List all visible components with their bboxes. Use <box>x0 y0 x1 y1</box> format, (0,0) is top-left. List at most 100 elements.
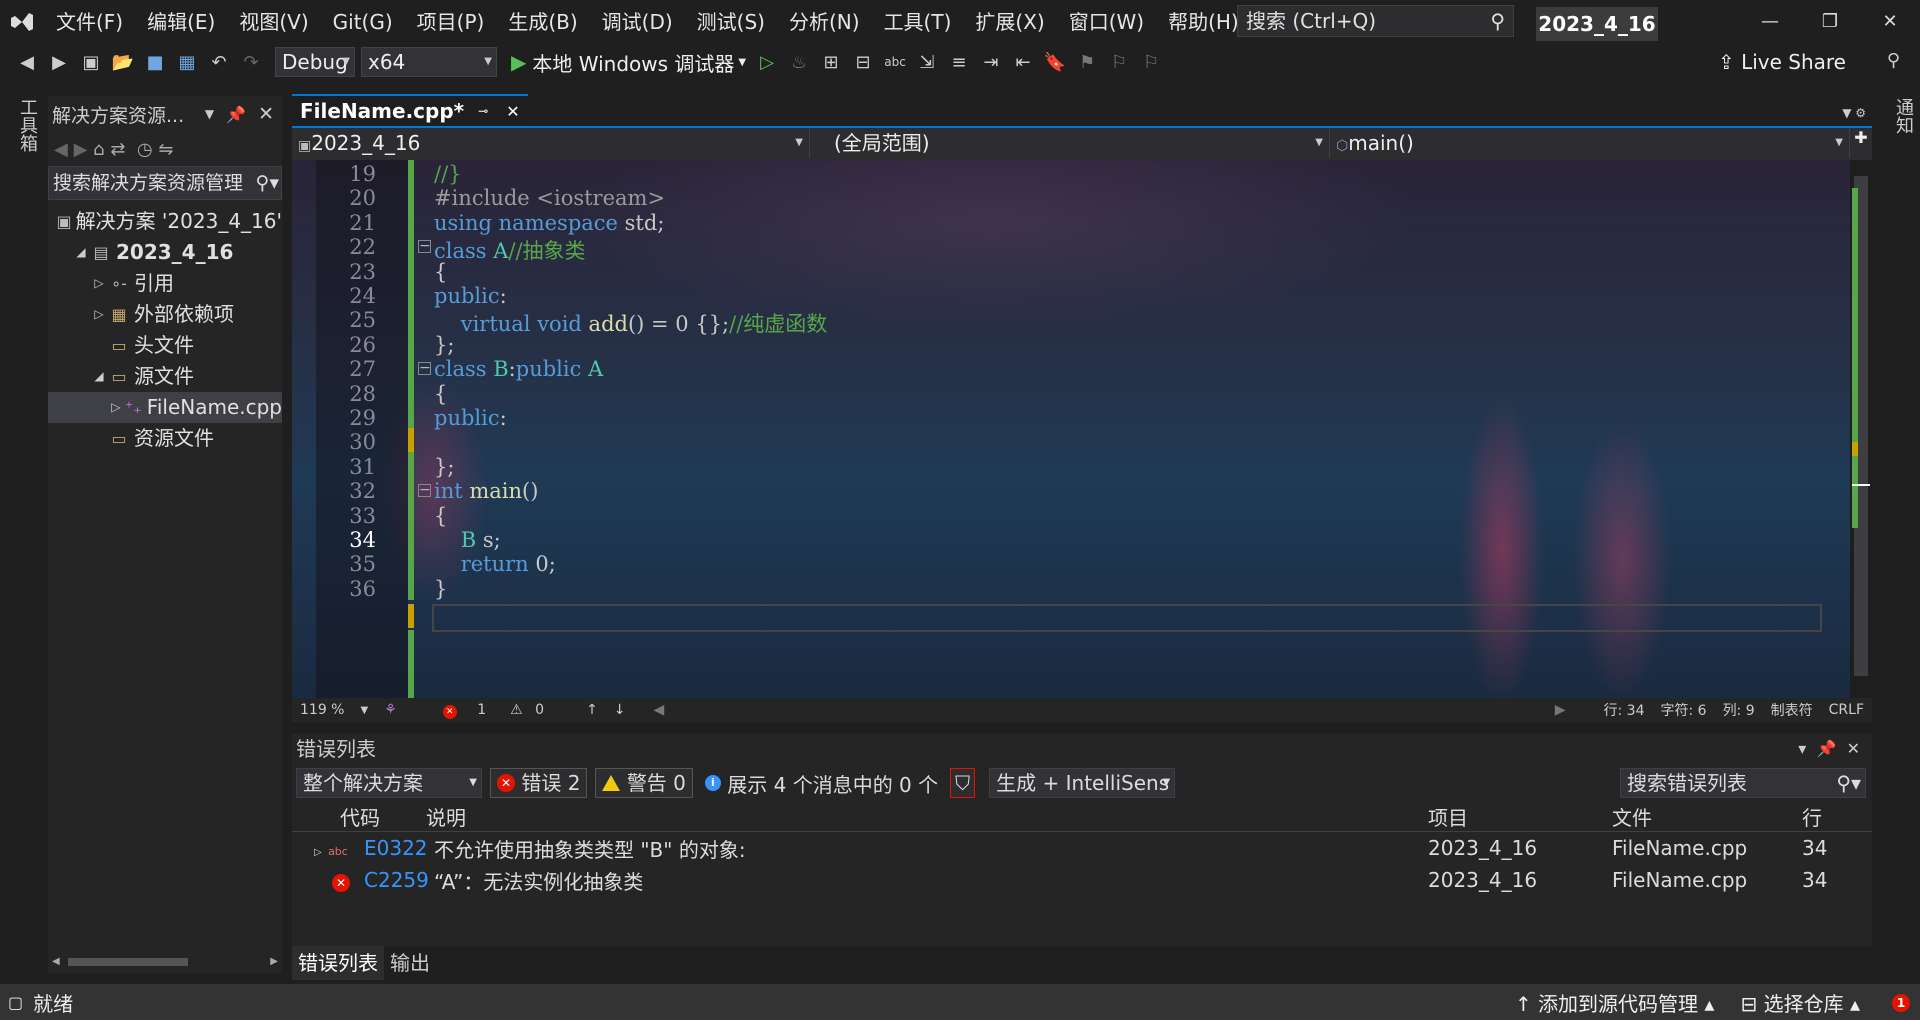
menu-item-7[interactable]: 测试(S) <box>685 0 777 44</box>
navigate-back-icon[interactable]: ◀ <box>14 49 40 75</box>
outdent-icon[interactable]: ⇤ <box>1010 49 1036 75</box>
code-line[interactable]: B s; <box>434 528 501 552</box>
project-nav-select[interactable]: ▣2023_4_16 ▼ <box>292 128 810 158</box>
notification-badge-icon[interactable]: 1 <box>1892 994 1910 1012</box>
intellicode-icon[interactable]: ⚘ <box>384 702 397 718</box>
pin-icon[interactable]: 📌 <box>226 105 246 124</box>
save-icon[interactable]: ■ <box>142 49 168 75</box>
redo-icon[interactable]: ↷ <box>238 49 264 75</box>
error-row[interactable]: ▷ abc E0322 不允许使用抽象类类型 "B" 的对象: 2023_4_16 Fi… <box>292 832 1872 864</box>
code-area[interactable]: 19 //} 20 #include <iostream> 21 using namesp… <box>292 160 1872 698</box>
pending-changes-icon[interactable]: ◷ <box>137 139 153 160</box>
horizontal-scrollbar[interactable]: ◀ ▶ <box>48 954 282 970</box>
tab-overflow-icon[interactable]: ▼ ⚙ <box>1836 106 1872 126</box>
build-source-select[interactable]: 生成 + IntelliSens ▼ <box>989 768 1176 798</box>
live-share-button[interactable]: ⇪ Live Share <box>1718 44 1846 80</box>
menu-item-2[interactable]: 视图(V) <box>227 0 320 44</box>
warning-count[interactable]: ⚠ 0 <box>510 702 552 718</box>
tree-item[interactable]: ▭ 资源文件 <box>48 423 282 454</box>
repo-button[interactable]: ⊟ 选择仓库 ▴ <box>1740 988 1860 1017</box>
toolbox-tab[interactable]: 工具箱 <box>14 98 40 152</box>
indent-icon[interactable]: ⇥ <box>978 49 1004 75</box>
global-search-box[interactable]: 搜索 (Ctrl+Q) ⚲ <box>1237 5 1514 37</box>
notifications-tab[interactable]: 通知 <box>1890 98 1916 134</box>
scope-select[interactable]: 整个解决方案 ▼ <box>296 768 482 798</box>
code-line[interactable]: int main() <box>434 479 538 503</box>
expander-icon[interactable]: ▷ <box>90 268 108 299</box>
bookmark-icon[interactable]: 🔖 <box>1042 49 1068 75</box>
tree-item[interactable]: ▭ 头文件 <box>48 330 282 361</box>
platform-select[interactable]: x64 ▼ <box>361 47 497 77</box>
fold-toggle-icon[interactable]: − <box>418 361 431 376</box>
hot-reload-icon[interactable]: ♨ <box>786 49 812 75</box>
next-issue-icon[interactable]: ↓ <box>614 702 626 718</box>
switch-view-icon[interactable]: ⇄ <box>110 139 125 160</box>
scroll-left-icon[interactable]: ◀ <box>654 702 665 718</box>
next-bookmark-icon[interactable]: ⚐ <box>1106 49 1132 75</box>
spell-check-icon[interactable]: abc <box>882 49 908 75</box>
code-line[interactable]: virtual void add() = 0 {};//纯虚函数 <box>434 308 828 338</box>
code-line[interactable]: #include <iostream> <box>434 186 665 210</box>
source-control-button[interactable]: ↑ 添加到源代码管理 ▴ <box>1515 988 1715 1017</box>
error-search-input[interactable]: 搜索错误列表 ⚲▾ <box>1620 768 1866 798</box>
zoom-level[interactable]: 119 % <box>300 702 344 718</box>
expander-icon[interactable]: ▷ <box>108 392 124 423</box>
visual-studio-logo-icon[interactable] <box>0 0 44 44</box>
clear-bookmarks-icon[interactable]: ⚐ <box>1138 49 1164 75</box>
restore-button[interactable]: ❐ <box>1800 0 1860 44</box>
column-project[interactable]: 项目 <box>1428 802 1468 831</box>
error-code[interactable]: C2259 <box>364 868 429 892</box>
scope-nav-select[interactable]: (全局范围) ▼ <box>810 128 1330 158</box>
col-indicator[interactable]: 列: 9 <box>1723 700 1755 720</box>
save-all-icon[interactable]: ▦ <box>174 49 200 75</box>
solution-search-input[interactable]: 搜索解决方案资源管理 ⚲▾ <box>48 166 282 200</box>
solution-explorer-icon[interactable]: ⊞ <box>818 49 844 75</box>
menu-item-3[interactable]: Git(G) <box>321 0 405 44</box>
feedback-icon[interactable]: ⚲ <box>1887 50 1900 71</box>
start-debugging-button[interactable]: ▶ 本地 Windows 调试器 ▼ <box>511 48 746 77</box>
prev-bookmark-icon[interactable]: ⚑ <box>1074 49 1100 75</box>
menu-item-4[interactable]: 项目(P) <box>405 0 497 44</box>
tab-filename-cpp[interactable]: FileName.cpp* ⊸ ✕ <box>292 94 528 126</box>
menu-item-5[interactable]: 生成(B) <box>496 0 589 44</box>
new-project-icon[interactable]: ▣ <box>78 49 104 75</box>
menu-item-1[interactable]: 编辑(E) <box>135 0 227 44</box>
column-line[interactable]: 行 <box>1802 802 1822 831</box>
close-window-button[interactable]: ✕ <box>1860 0 1920 44</box>
line-indicator[interactable]: 行: 34 <box>1604 700 1645 720</box>
panel-options-icon[interactable]: ▼ <box>205 107 214 121</box>
tree-item[interactable]: ▷ ▦ 外部依赖项 <box>48 299 282 330</box>
code-line[interactable]: }; <box>434 455 454 479</box>
error-code[interactable]: E0322 <box>364 836 428 860</box>
menu-item-6[interactable]: 调试(D) <box>590 0 685 44</box>
code-line[interactable]: public: <box>434 284 507 308</box>
menu-item-10[interactable]: 扩展(X) <box>963 0 1056 44</box>
tree-item[interactable]: ▣ 解决方案 '2023_4_16' <box>48 206 282 237</box>
code-line[interactable]: return 0; <box>434 552 556 576</box>
split-icon[interactable]: ✚ <box>1850 128 1872 160</box>
code-line[interactable]: public: <box>434 406 507 430</box>
expander-icon[interactable]: ◢ <box>90 361 108 392</box>
code-line[interactable]: }; <box>434 333 454 357</box>
code-line[interactable]: { <box>434 504 447 528</box>
minimize-button[interactable]: — <box>1740 0 1800 44</box>
forward-icon[interactable]: ▶ <box>74 139 88 160</box>
code-line[interactable]: using namespace std; <box>434 211 664 235</box>
sync-icon[interactable]: ⇋ <box>158 139 173 160</box>
member-nav-select[interactable]: ⬡main() ▼ <box>1330 128 1850 158</box>
undo-icon[interactable]: ↶ <box>206 49 232 75</box>
column-description[interactable]: 说明 <box>426 802 466 831</box>
fold-toggle-icon[interactable]: − <box>418 239 431 254</box>
code-line[interactable]: //} <box>434 162 462 186</box>
close-tab-icon[interactable]: ✕ <box>506 102 519 121</box>
code-line[interactable]: { <box>434 260 447 284</box>
error-list-window-controls[interactable]: ▾ 📌 ✕ <box>1798 734 1860 764</box>
eol-indicator[interactable]: CRLF <box>1829 702 1864 718</box>
menu-item-8[interactable]: 分析(N) <box>777 0 872 44</box>
close-panel-icon[interactable]: ✕ <box>258 103 274 125</box>
tree-item[interactable]: ◢ ▭ 源文件 <box>48 361 282 392</box>
warnings-filter-button[interactable]: 警告 0 <box>595 768 693 798</box>
configuration-select[interactable]: Debug ▼ <box>275 47 355 77</box>
error-count[interactable]: ✕ 1 <box>435 702 494 719</box>
code-line[interactable]: } <box>434 577 447 601</box>
